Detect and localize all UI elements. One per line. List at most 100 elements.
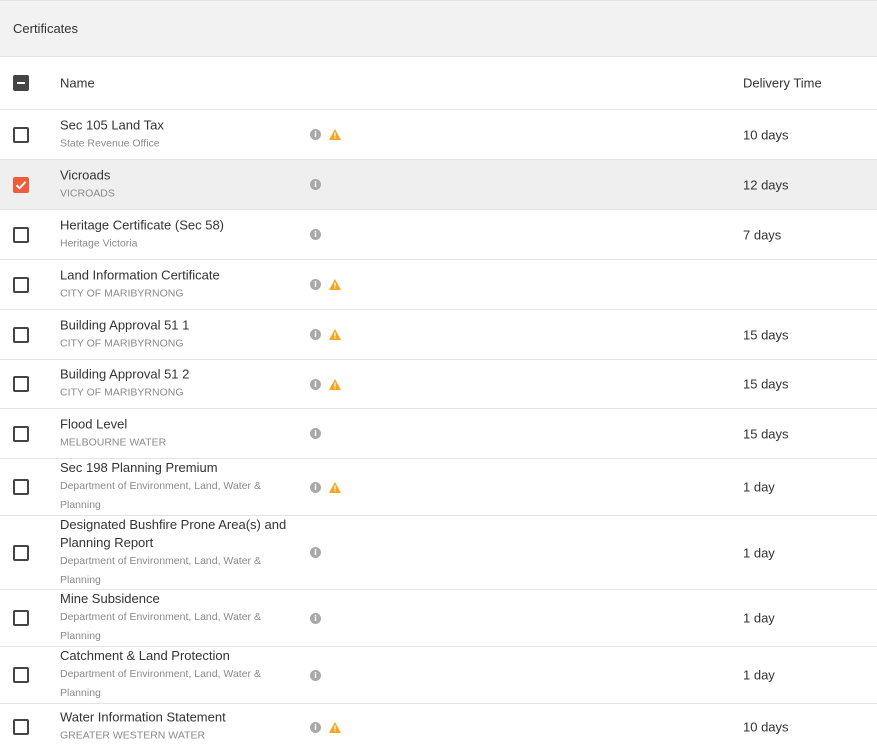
info-icon[interactable]: i [310, 547, 321, 558]
info-icon[interactable]: i [310, 279, 321, 290]
certificate-authority: State Revenue Office [60, 137, 160, 149]
certificate-info: Designated Bushfire Prone Area(s) and Pl… [60, 516, 290, 590]
delivery-time: 1 day [743, 667, 775, 683]
row-icons: i [310, 129, 341, 141]
delivery-time: 1 day [743, 545, 775, 560]
certificate-name: Mine Subsidence [60, 591, 160, 606]
info-icon[interactable]: i [310, 428, 321, 439]
row-checkbox[interactable] [13, 376, 29, 392]
row-checkbox[interactable] [13, 326, 29, 343]
table-row[interactable]: Mine Subsidence Department of Environmen… [0, 590, 877, 647]
certificate-authority: VICROADS [60, 187, 115, 199]
table-row[interactable]: Building Approval 51 1 CITY OF MARIBYRNO… [0, 310, 877, 360]
row-icons: i [310, 428, 321, 440]
column-header-name[interactable]: Name [60, 76, 95, 91]
certificate-name: Building Approval 51 2 [60, 366, 190, 382]
certificate-name: Flood Level [60, 416, 128, 431]
table-row[interactable]: Heritage Certificate (Sec 58) Heritage V… [0, 210, 877, 260]
certificate-name: Water Information Statement [60, 709, 226, 725]
row-checkbox[interactable] [13, 544, 29, 561]
certificate-authority: CITY OF MARIBYRNONG [60, 287, 184, 299]
certificate-name: Designated Bushfire Prone Area(s) and Pl… [60, 516, 287, 550]
info-icon[interactable]: i [310, 612, 321, 624]
certificate-authority: Department of Environment, Land, Water &… [60, 611, 261, 642]
delivery-time: 10 days [743, 127, 789, 142]
warning-icon[interactable] [329, 481, 341, 493]
delivery-time: 15 days [743, 426, 789, 441]
info-icon[interactable]: i [310, 669, 321, 681]
row-icons: i [310, 378, 341, 390]
info-icon[interactable]: i [310, 378, 321, 390]
info-icon[interactable]: i [310, 481, 321, 493]
info-icon[interactable]: i [310, 329, 321, 340]
certificate-list: Sec 105 Land Tax State Revenue Office i … [0, 110, 877, 750]
row-icons: i [310, 547, 321, 559]
panel-header: Certificates [0, 0, 877, 57]
certificate-info: Sec 198 Planning Premium Department of E… [60, 459, 290, 515]
certificate-authority: Department of Environment, Land, Water &… [60, 480, 261, 511]
row-checkbox[interactable] [13, 719, 29, 735]
info-icon[interactable]: i [310, 721, 321, 733]
row-icons: i [310, 329, 341, 341]
certificate-info: Water Information Statement GREATER WEST… [60, 709, 290, 746]
delivery-time: 12 days [743, 177, 789, 192]
table-row[interactable]: Water Information Statement GREATER WEST… [0, 704, 877, 750]
certificate-authority: CITY OF MARIBYRNONG [60, 386, 184, 399]
certificate-name: Building Approval 51 1 [60, 317, 190, 332]
row-checkbox[interactable] [13, 479, 29, 495]
certificate-info: Heritage Certificate (Sec 58) Heritage V… [60, 216, 290, 253]
table-row[interactable]: Land Information Certificate CITY OF MAR… [0, 260, 877, 310]
certificate-name: Heritage Certificate (Sec 58) [60, 217, 225, 232]
info-icon[interactable]: i [310, 179, 321, 190]
select-all-checkbox[interactable] [13, 75, 29, 91]
delivery-time: 7 days [743, 227, 782, 242]
row-checkbox[interactable] [13, 176, 29, 193]
row-checkbox[interactable] [13, 126, 29, 143]
warning-icon[interactable] [329, 378, 341, 390]
table-row[interactable]: Catchment & Land Protection Department o… [0, 647, 877, 704]
certificate-authority: CITY OF MARIBYRNONG [60, 337, 184, 349]
row-icons: i [310, 721, 341, 733]
warning-icon[interactable] [329, 329, 341, 340]
certificate-authority: Department of Environment, Land, Water &… [60, 554, 261, 586]
certificate-authority: GREATER WESTERN WATER [60, 729, 206, 742]
certificate-info: Flood Level MELBOURNE WATER [60, 415, 290, 452]
column-header-delivery-time[interactable]: Delivery Time [743, 76, 822, 91]
table-row[interactable]: Designated Bushfire Prone Area(s) and Pl… [0, 516, 877, 590]
table-row[interactable]: Building Approval 51 2 CITY OF MARIBYRNO… [0, 360, 877, 409]
table-row[interactable]: Sec 198 Planning Premium Department of E… [0, 459, 877, 516]
row-checkbox[interactable] [13, 610, 29, 626]
warning-icon[interactable] [329, 721, 341, 733]
delivery-time: 10 days [743, 719, 789, 735]
row-checkbox[interactable] [13, 276, 29, 293]
certificate-authority: MELBOURNE WATER [60, 436, 167, 448]
certificate-info: Building Approval 51 1 CITY OF MARIBYRNO… [60, 316, 290, 353]
certificate-name: Land Information Certificate [60, 267, 220, 282]
table-header-row: Name Delivery Time [0, 57, 877, 110]
delivery-time: 1 day [743, 610, 775, 626]
info-icon[interactable]: i [310, 129, 321, 140]
certificate-name: Vicroads [60, 167, 111, 182]
warning-icon[interactable] [329, 129, 341, 140]
panel-title: Certificates [13, 21, 79, 36]
certificate-info: Land Information Certificate CITY OF MAR… [60, 266, 290, 303]
table-row[interactable]: Vicroads VICROADS i 12 days [0, 160, 877, 210]
table-row[interactable]: Sec 105 Land Tax State Revenue Office i … [0, 110, 877, 160]
row-icons: i [310, 481, 341, 493]
certificate-info: Building Approval 51 2 CITY OF MARIBYRNO… [60, 366, 290, 403]
certificate-name: Catchment & Land Protection [60, 648, 230, 663]
row-icons: i [310, 229, 321, 241]
row-checkbox[interactable] [13, 425, 29, 442]
row-icons: i [310, 279, 341, 291]
row-icons: i [310, 179, 321, 191]
delivery-time: 15 days [743, 327, 789, 342]
certificate-authority: Heritage Victoria [60, 237, 138, 249]
row-checkbox[interactable] [13, 226, 29, 243]
info-icon[interactable]: i [310, 229, 321, 240]
warning-icon[interactable] [329, 279, 341, 290]
certificate-name: Sec 198 Planning Premium [60, 460, 218, 475]
row-checkbox[interactable] [13, 667, 29, 683]
certificate-info: Vicroads VICROADS [60, 166, 290, 203]
table-row[interactable]: Flood Level MELBOURNE WATER i 15 days [0, 409, 877, 459]
certificate-name: Sec 105 Land Tax [60, 117, 164, 132]
